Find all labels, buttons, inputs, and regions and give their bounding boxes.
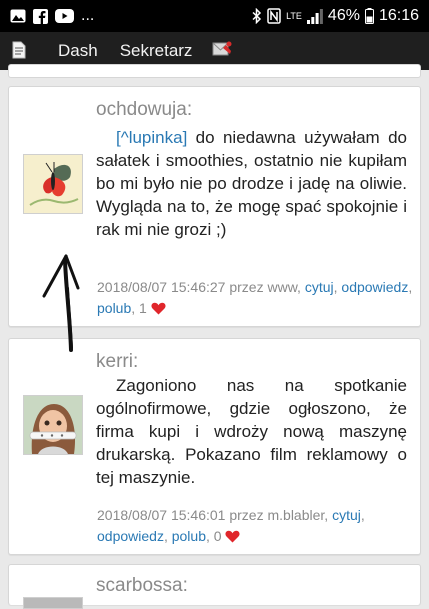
heart-icon [225,528,240,549]
battery-icon [364,8,374,24]
nfc-icon [267,8,281,24]
hand-drawn-arrow [42,254,80,352]
post-author[interactable]: scarbossa: [96,575,188,597]
facebook-icon [33,8,48,24]
post-meta: 2018/08/07 15:46:01 przez m.blabler, cyt… [97,505,413,549]
reply-link[interactable]: odpowiedz [341,279,408,295]
mail-icon[interactable] [212,40,232,63]
post-by: przez www, [229,279,301,295]
status-bar: ... LTE 46% 16:16 [0,0,429,32]
post-card: scarbossa: [8,564,421,609]
status-more-dots: ... [81,7,95,24]
doll-avatar[interactable] [23,395,83,455]
butterfly-avatar[interactable] [23,154,83,214]
network-type: LTE [286,10,302,21]
previous-post-card [8,64,421,78]
quote-link[interactable]: cytuj [332,507,361,523]
quote-link[interactable]: cytuj [305,279,334,295]
post-message: Zagoniono nas na spotkanie ogólnofirmowe… [96,376,407,487]
battery-percent: 46% [327,7,360,24]
mention-link[interactable]: [^lupinka] [116,128,187,147]
like-link[interactable]: polub [97,300,131,316]
tab-sekretarz[interactable]: Sekretarz [120,41,193,61]
post-by: przez m.blabler, [229,507,329,523]
like-count: , 1 [131,300,147,316]
reply-link[interactable]: odpowiedz [97,528,164,544]
document-icon[interactable] [12,41,26,64]
post-meta: 2018/08/07 15:46:27 przez www, cytuj, od… [97,277,413,321]
post-author[interactable]: kerri: [96,351,138,373]
post-message: [^lupinka] do niedawna używałam do sałat… [96,126,407,241]
bluetooth-icon [252,8,262,24]
image-icon [10,9,26,23]
heart-icon [151,300,166,321]
post-author[interactable]: ochdowuja: [96,99,192,121]
tab-dash[interactable]: Dash [58,41,98,61]
post-timestamp: 2018/08/07 15:46:01 [97,507,226,523]
post-card: kerri: Zagoniono nas na spotkanie ogólno… [8,338,421,555]
like-count: , 0 [205,528,222,544]
like-link[interactable]: polub [172,528,206,544]
post-timestamp: 2018/08/07 15:46:27 [97,279,226,295]
avatar[interactable] [23,597,83,609]
clock: 16:16 [378,7,419,24]
signal-icon [306,8,323,24]
youtube-icon [55,9,74,23]
